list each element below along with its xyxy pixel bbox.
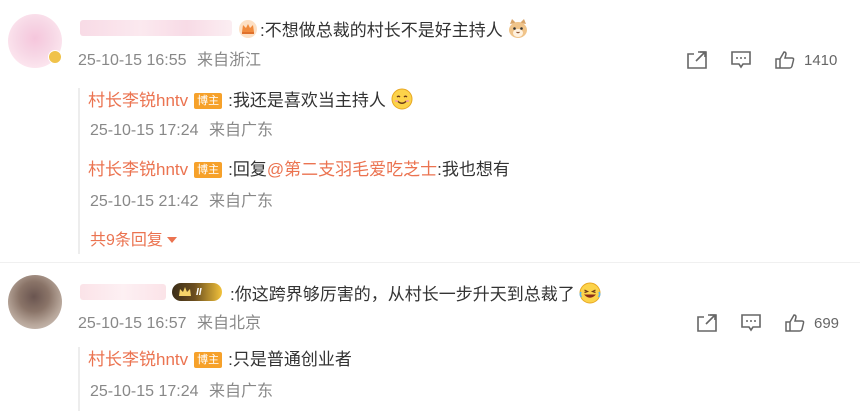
comment-meta: 25-10-15 16:55 来自浙江 <box>78 51 267 71</box>
avatar-badge-icon <box>48 50 62 64</box>
crown-badge-icon <box>239 20 257 38</box>
reply-author[interactable]: 村长李锐hntv <box>88 160 188 179</box>
reply-2-meta: 25-10-15 21:42 来自广东 <box>90 192 279 212</box>
reply-1-meta: 25-10-15 17:24 来自广东 <box>90 382 279 402</box>
reply-1-meta: 25-10-15 17:24 来自广东 <box>90 121 279 141</box>
share-icon <box>687 51 707 69</box>
reply-button[interactable] <box>740 313 762 333</box>
like-button[interactable]: 699 <box>784 313 839 333</box>
crown-icon <box>179 287 191 296</box>
level-badge: II <box>172 283 222 301</box>
comment-meta: 25-10-15 16:57 来自北京 <box>78 314 267 334</box>
like-count: 699 <box>814 314 840 332</box>
like-count: 1410 <box>804 51 838 69</box>
more-replies-link[interactable]: 共9条回复 <box>90 231 178 251</box>
share-button[interactable] <box>696 313 718 333</box>
like-button[interactable]: 1410 <box>774 50 837 70</box>
share-icon <box>697 314 717 332</box>
reply-time: 25-10-15 17:24 <box>90 383 199 400</box>
reply-thread-line <box>78 88 80 254</box>
reply-1: 村长李锐hntv 博主 :只是普通创业者 <box>88 349 352 371</box>
avatar[interactable] <box>8 275 62 329</box>
comment-icon <box>731 51 751 69</box>
reply-text-suffix: :我也想有 <box>437 160 510 179</box>
mention-link[interactable]: @第二支羽毛爱吃芝士 <box>267 160 437 179</box>
reply-author[interactable]: 村长李锐hntv <box>88 350 188 369</box>
reply-author[interactable]: 村长李锐hntv <box>88 91 188 110</box>
comment-time: 25-10-15 16:57 <box>78 315 187 332</box>
host-badge: 博主 <box>194 162 223 178</box>
comment-location: 来自浙江 <box>196 52 261 69</box>
comment-1: :不想做总裁的村长不是好主持人 25-10-15 16:55 来自浙江 1410… <box>0 0 860 262</box>
comment-icon <box>741 314 761 332</box>
smile-emoji-icon <box>391 88 413 110</box>
username[interactable] <box>80 20 232 36</box>
reply-thread-line <box>78 347 80 411</box>
reply-time: 25-10-15 17:24 <box>90 122 199 139</box>
reply-time: 25-10-15 21:42 <box>90 193 199 210</box>
comment-2: II :你这跨界够厉害的，从村长一步升天到总裁了 25-10-15 16:57 … <box>0 263 860 411</box>
reply-2: 村长李锐hntv 博主 :回复@第二支羽毛爱吃芝士:我也想有 <box>88 159 510 181</box>
reply-1: 村长李锐hntv 博主 :我还是喜欢当主持人 <box>88 88 413 112</box>
thumbs-up-icon <box>785 314 805 332</box>
laughing-emoji-icon <box>579 282 601 304</box>
host-badge: 博主 <box>194 352 223 368</box>
reply-text: :我还是喜欢当主持人 <box>228 91 386 110</box>
thumbs-up-icon <box>775 51 795 69</box>
comment-text: :你这跨界够厉害的，从村长一步升天到总裁了 <box>230 282 601 306</box>
host-badge: 博主 <box>194 93 223 109</box>
comment-time: 25-10-15 16:55 <box>78 52 187 69</box>
comment-location: 来自北京 <box>196 315 261 332</box>
reply-text-prefix: :回复 <box>228 160 267 179</box>
share-button[interactable] <box>686 50 708 70</box>
reply-location: 来自广东 <box>208 122 273 139</box>
cat-emoji-icon <box>509 19 528 38</box>
caret-down-icon <box>167 237 178 243</box>
reply-text: :只是普通创业者 <box>228 350 352 369</box>
comment-text: :不想做总裁的村长不是好主持人 <box>260 18 529 42</box>
reply-button[interactable] <box>730 50 752 70</box>
username[interactable] <box>80 284 166 300</box>
reply-location: 来自广东 <box>208 193 273 210</box>
reply-location: 来自广东 <box>208 383 273 400</box>
